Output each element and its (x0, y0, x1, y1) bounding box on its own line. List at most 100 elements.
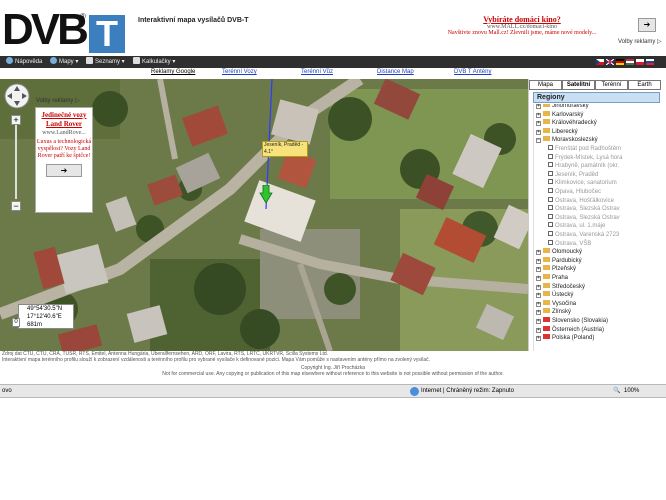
region-item[interactable]: + Polska (Poland) (536, 334, 594, 342)
flag-en-icon[interactable] (606, 59, 614, 65)
region-item[interactable]: + Zlínský (536, 308, 571, 316)
region-label: Polska (Poland) (552, 335, 595, 342)
expand-icon[interactable]: + (536, 129, 541, 135)
google-ads-link[interactable]: Reklamy Google (151, 69, 195, 75)
region-item[interactable]: + Královéhradecký (536, 119, 597, 127)
expand-icon[interactable]: + (536, 121, 541, 127)
regions-tree[interactable]: + Jihomoravský + Karlovarský + Královéhradeck… (533, 104, 660, 351)
zoom-icon[interactable]: 🔍 (613, 385, 620, 397)
promo-headline[interactable]: Vybíráte domácí kino? (430, 15, 614, 24)
expand-icon[interactable]: + (536, 301, 541, 307)
transmitter-item[interactable]: Ostrava, Varenská 2723 (548, 231, 619, 239)
transmitter-item[interactable]: Ostrava, Slezská Ostrav (548, 205, 620, 213)
location-pin-icon[interactable] (259, 185, 273, 203)
expand-icon[interactable]: − (536, 138, 541, 144)
region-item[interactable]: + Olomoucký (536, 248, 582, 256)
transmitter-item[interactable]: Hrabyně, památník (okr. (548, 162, 619, 170)
transmitter-item[interactable]: Opava, Hlubočec (548, 188, 601, 196)
link-terrain-car[interactable]: Terénní Vůz (301, 69, 333, 75)
flag-cz-icon[interactable] (596, 59, 604, 65)
checkbox[interactable] (548, 145, 553, 150)
transmitter-item[interactable]: Ostrava, ul. 1.máje (548, 222, 605, 230)
expand-icon[interactable]: + (536, 327, 541, 333)
checkbox[interactable] (548, 231, 553, 236)
pan-control[interactable] (4, 83, 30, 109)
zoom-out-button[interactable]: − (11, 201, 21, 211)
flag-hu-icon[interactable] (626, 59, 634, 65)
flag-sk-icon[interactable] (646, 59, 654, 65)
promo-arrow-button[interactable]: ➔ (638, 18, 656, 32)
expand-icon[interactable]: + (536, 250, 541, 256)
region-item[interactable]: + Liberecký (536, 127, 578, 136)
expand-icon[interactable]: + (536, 284, 541, 290)
map-type-terrain[interactable]: Terénní (595, 80, 628, 90)
checkbox[interactable] (548, 222, 553, 228)
browser-zoom[interactable]: 100% (624, 385, 639, 397)
menu-lists[interactable]: Seznamy ▾ (86, 57, 125, 67)
expand-icon[interactable]: + (536, 319, 541, 324)
region-item[interactable]: − Moravskoslezský (536, 136, 598, 144)
transmitter-item[interactable]: Frýdek-Místek, Lysá hora (548, 153, 622, 162)
region-item[interactable]: + Vysočina (536, 299, 576, 308)
flag-de-icon[interactable] (616, 59, 624, 65)
checkbox[interactable] (548, 188, 553, 193)
ad-arrow-button[interactable]: ➔ (46, 164, 82, 177)
zoom-control[interactable]: + − (11, 115, 21, 211)
region-item[interactable]: + Slovensko (Slovakia) (536, 317, 608, 325)
expand-icon[interactable]: + (536, 112, 541, 118)
flag-pl-icon[interactable] (636, 59, 644, 65)
checkbox[interactable] (548, 213, 553, 219)
link-distance-map[interactable]: Distance Map (377, 69, 414, 75)
ad-choices-link[interactable]: Volby reklamy ▷ (618, 38, 662, 45)
map-type-earth[interactable]: Earth (628, 80, 661, 90)
expand-icon[interactable]: + (536, 276, 541, 281)
expand-icon[interactable]: + (536, 336, 541, 342)
ad-choices-link[interactable]: Volby reklamy ▷ (36, 97, 80, 104)
ad-url[interactable]: www.LandRove... (36, 129, 92, 137)
security-zone[interactable]: Internet | Chráněný režim: Zapnuto (421, 385, 514, 397)
transmitter-item[interactable]: Jeseník, Praděd (548, 170, 598, 179)
checkbox[interactable] (548, 170, 553, 176)
region-item[interactable]: + Středočeský (536, 282, 585, 291)
expand-icon[interactable]: + (536, 267, 541, 273)
ad-title[interactable]: Jedinečné vozy Land Rover (36, 111, 92, 129)
region-label: Zlínský (552, 309, 572, 316)
region-item[interactable]: + Praha (536, 274, 568, 282)
checkbox[interactable] (548, 162, 553, 168)
checkbox[interactable] (548, 179, 553, 185)
expand-icon[interactable]: + (536, 293, 541, 299)
menu-help[interactable]: Nápověda (6, 57, 42, 67)
checkbox[interactable] (548, 153, 553, 159)
promo-ad[interactable]: Vybíráte domácí kino? www.MALL.cz/domaci… (430, 15, 614, 36)
map-type-satellite[interactable]: Satelitní (562, 80, 595, 90)
transmitter-item[interactable]: Ostrava, Hošťálkovice (548, 196, 614, 205)
region-item[interactable]: + Jihomoravský (536, 104, 589, 110)
expand-icon[interactable]: + (536, 310, 541, 316)
dvb-logo[interactable]: DVB (2, 8, 89, 52)
checkbox[interactable] (548, 239, 553, 245)
transmitter-item[interactable]: Klimkovice, sanatorium (548, 179, 617, 187)
transmitter-marker-label[interactable]: Jeseník, Praděd - 4.1° (262, 141, 308, 157)
region-item[interactable]: + Pardubický (536, 256, 582, 265)
expand-icon[interactable]: + (536, 258, 541, 264)
menu-calculators[interactable]: Kalkulačky ▾ (133, 57, 175, 67)
region-item[interactable]: + Karlovarský (536, 110, 583, 119)
zoom-track[interactable] (15, 125, 17, 199)
checkbox[interactable] (548, 205, 553, 211)
region-label: Ostrava, Varenská 2723 (555, 232, 620, 238)
transmitter-item[interactable]: Frenštát pod Radhoštěm (548, 145, 621, 153)
expand-icon[interactable]: + (536, 104, 541, 109)
checkbox[interactable] (548, 196, 553, 202)
region-item[interactable]: + Ústecký (536, 291, 573, 299)
transmitter-item[interactable]: Ostrava, VŠB (548, 239, 591, 248)
transmitter-item[interactable]: Ostrava, Slezská Ostrav (548, 213, 620, 222)
menu-maps[interactable]: Mapy ▾ (50, 57, 78, 67)
link-dvbt-antennas[interactable]: DVB T Antény (454, 69, 491, 75)
link-terrain-cars[interactable]: Terénní Vozy (222, 69, 257, 75)
zoom-in-button[interactable]: + (11, 115, 21, 125)
land-rover-ad[interactable]: Jedinečné vozy Land Rover www.LandRove..… (35, 107, 93, 213)
region-item[interactable]: + Österreich (Austria) (536, 325, 604, 334)
region-item[interactable]: + Plzeňský (536, 265, 576, 273)
map-type-map[interactable]: Mapa (529, 80, 562, 90)
dvb-t-logo-mark[interactable]: T (89, 15, 125, 53)
